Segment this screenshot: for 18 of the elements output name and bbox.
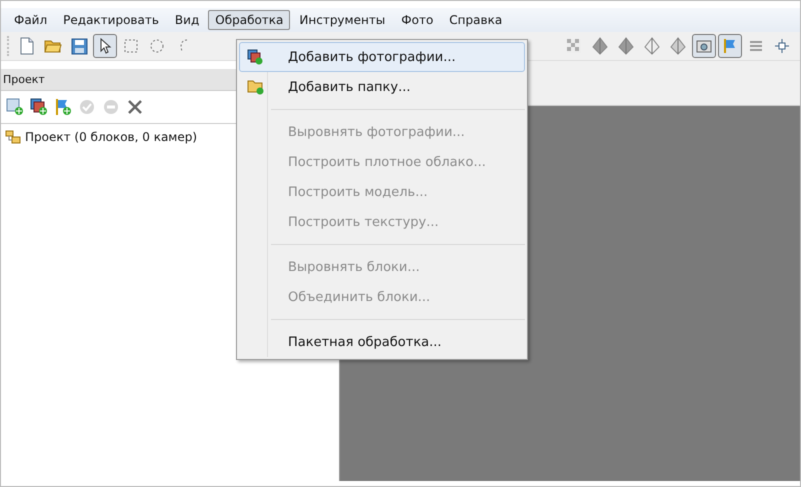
folder-tree-icon [5, 130, 21, 144]
menu-item[interactable]: Справка [442, 10, 510, 30]
pointer-icon[interactable] [93, 34, 117, 58]
menu-item[interactable]: Фото [394, 10, 440, 30]
menu-item[interactable]: Вид [168, 10, 206, 30]
add-folder-icon [246, 79, 264, 95]
add-chunk-icon[interactable] [5, 97, 25, 117]
menu-item[interactable]: Файл [7, 10, 54, 30]
tree-item[interactable]: Проект (0 блоков, 0 камер) [25, 130, 198, 144]
menu-item[interactable]: Пакетная обработка... [239, 327, 525, 357]
add-photos-icon [247, 49, 263, 65]
camera-icon[interactable] [692, 34, 716, 58]
flag-icon[interactable] [718, 34, 742, 58]
menu-item[interactable]: Обработка [208, 10, 290, 30]
menu-item[interactable]: Добавить фотографии... [239, 42, 525, 72]
menu-item[interactable]: Редактировать [56, 10, 166, 30]
menu-item[interactable]: Инструменты [292, 10, 392, 30]
add-photos-icon[interactable] [29, 97, 49, 117]
